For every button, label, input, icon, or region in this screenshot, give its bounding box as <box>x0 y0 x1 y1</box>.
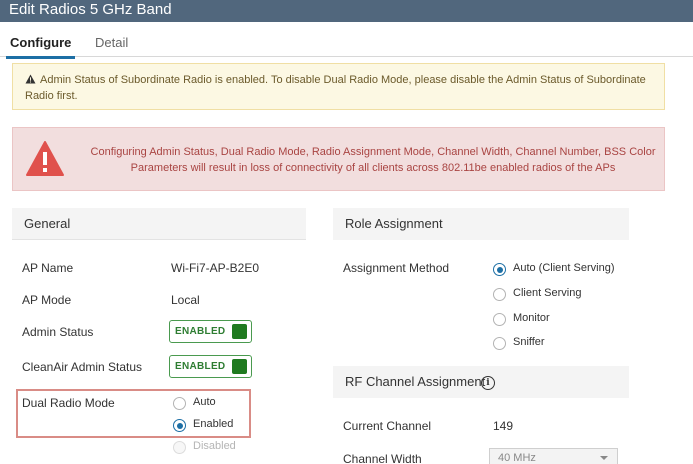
chevron-down-icon <box>600 456 608 460</box>
tab-detail[interactable]: Detail <box>95 35 128 50</box>
ap-mode-label: AP Mode <box>22 293 72 307</box>
role-section-header: Role Assignment <box>333 208 629 240</box>
rf-title: RF Channel Assignment <box>345 374 486 389</box>
radio-button[interactable] <box>493 337 506 350</box>
tab-configure[interactable]: Configure <box>5 35 76 59</box>
radio-button[interactable] <box>173 419 186 432</box>
warning-banner: Admin Status of Subordinate Radio is ena… <box>12 63 665 110</box>
ap-name-label: AP Name <box>22 261 74 275</box>
channel-width-select[interactable]: 40 MHz <box>489 448 618 464</box>
toggle-knob <box>232 359 247 374</box>
radio-label: Sniffer <box>513 336 545 348</box>
radio-label: Client Serving <box>513 287 582 299</box>
radio-label: Disabled <box>193 440 236 452</box>
channel-width-label: Channel Width <box>343 452 422 464</box>
radio-label: Enabled <box>193 418 234 430</box>
cleanair-toggle-text: ENABLED <box>175 361 226 372</box>
warning-triangle-icon <box>25 74 36 84</box>
alert-triangle-icon <box>26 141 64 176</box>
window-title: Edit Radios 5 GHz Band <box>9 1 172 18</box>
warning-text: Admin Status of Subordinate Radio is ena… <box>25 74 646 102</box>
radio-label: Auto <box>193 396 216 408</box>
channel-width-value: 40 MHz <box>498 452 536 464</box>
ap-mode-value: Local <box>171 293 200 307</box>
radio-label: Monitor <box>513 312 550 324</box>
ap-name-value: Wi-Fi7-AP-B2E0 <box>171 261 260 275</box>
radio-button[interactable] <box>173 397 186 410</box>
general-section-header: General <box>12 208 306 240</box>
alert-text: Configuring Admin Status, Dual Radio Mod… <box>90 146 656 174</box>
current-channel-value: 149 <box>493 419 514 433</box>
admin-status-label: Admin Status <box>22 325 94 339</box>
assignment-method-label: Assignment Method <box>343 261 450 275</box>
cleanair-label: CleanAir Admin Status <box>22 360 143 374</box>
title-bar: Edit Radios 5 GHz Band <box>0 0 693 22</box>
cleanair-toggle[interactable]: ENABLED <box>169 355 252 378</box>
admin-status-toggle[interactable]: ENABLED <box>169 320 252 343</box>
radio-button[interactable] <box>173 441 186 454</box>
role-title: Role Assignment <box>345 216 443 231</box>
dual-radio-label: Dual Radio Mode <box>22 396 115 410</box>
radio-button[interactable] <box>493 288 506 301</box>
toggle-knob <box>232 324 247 339</box>
general-title: General <box>24 216 71 231</box>
alert-banner: Configuring Admin Status, Dual Radio Mod… <box>12 127 665 191</box>
admin-status-toggle-text: ENABLED <box>175 326 226 337</box>
tab-bar: Configure Detail <box>0 30 693 59</box>
radio-button[interactable] <box>493 263 506 276</box>
info-icon[interactable]: i <box>481 376 495 390</box>
radio-label: Auto (Client Serving) <box>513 262 615 274</box>
current-channel-label: Current Channel <box>343 419 432 433</box>
radio-button[interactable] <box>493 313 506 326</box>
